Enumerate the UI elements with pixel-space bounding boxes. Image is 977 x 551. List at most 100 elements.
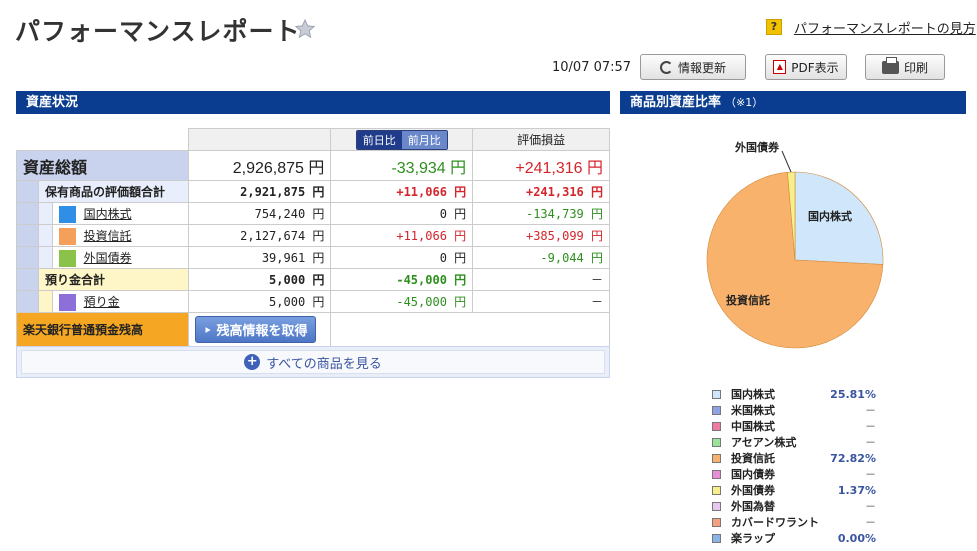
legend-name: 国内株式 <box>731 388 775 401</box>
deposit-row: 預り金合計 5,000 円 -45,000 円 － <box>16 268 610 291</box>
table-row: 預り金 5,000 円 -45,000 円 － <box>16 290 610 313</box>
update-timestamp: 10/07 07:57 <box>552 60 632 75</box>
deposit-pl: － <box>472 268 610 291</box>
asset-section-header: 資産状況 <box>16 91 610 114</box>
refresh-label: 情報更新 <box>677 60 726 75</box>
legend-item: 外国債券 1.37% <box>712 482 876 498</box>
legend-value: 0.00% <box>837 531 876 545</box>
legend-swatch <box>712 421 721 431</box>
refresh-button[interactable]: 情報更新 <box>640 54 746 80</box>
legend-value: － <box>865 404 876 417</box>
foreign-bond-amount: 39,961 円 <box>187 246 332 269</box>
tab-day-change[interactable]: 前日比 <box>356 130 402 149</box>
legend-value: 25.81% <box>830 387 876 401</box>
deposit-item-pl: － <box>472 290 610 313</box>
legend-value: － <box>865 500 876 513</box>
fetch-balance-label: 残高情報を取得 <box>216 324 308 339</box>
legend-swatch <box>712 469 721 479</box>
pie-label-fund: 投資信託 <box>726 294 770 307</box>
holdings-change: +11,066 円 <box>330 180 474 203</box>
legend-swatch <box>712 501 721 511</box>
refresh-icon <box>659 60 673 74</box>
col-valuation: 評価損益 <box>472 128 610 151</box>
legend-swatch <box>712 405 721 415</box>
legend-value: 72.82% <box>830 451 876 465</box>
legend-item: 米国株式 － <box>712 402 876 418</box>
holdings-label: 保有商品の評価額合計 <box>38 180 188 203</box>
foreign-bond-link[interactable]: 外国債券 <box>84 251 132 265</box>
foreign-bond-pl: -9,044 円 <box>472 246 610 269</box>
legend-name: カバードワラント <box>731 516 819 529</box>
legend-name: 米国株式 <box>731 404 775 417</box>
domestic-stock-link[interactable]: 国内株式 <box>84 207 132 221</box>
see-all-products-button[interactable]: + すべての商品を見る <box>16 346 610 378</box>
legend-swatch <box>712 453 721 463</box>
legend-swatch <box>712 533 721 543</box>
bank-label: 楽天銀行普通預金残高 <box>16 312 189 347</box>
star-icon[interactable] <box>294 18 316 40</box>
pie-label-foreign-bond: 外国債券 <box>735 141 779 154</box>
legend-item: 楽ラップ 0.00% <box>712 530 876 546</box>
tab-month-change[interactable]: 前月比 <box>401 130 447 149</box>
fund-swatch <box>58 227 76 245</box>
deposit-link[interactable]: 預り金 <box>84 295 120 309</box>
legend-name: 投資信託 <box>731 452 775 465</box>
foreign-bond-change: 0 円 <box>330 246 474 269</box>
pdf-label: PDF表示 <box>791 60 839 75</box>
legend-value: － <box>865 436 876 449</box>
foreign-bond-swatch <box>58 249 76 267</box>
legend-value: － <box>865 468 876 481</box>
legend-swatch <box>712 517 721 527</box>
pdf-button[interactable]: ▲ PDF表示 <box>765 54 847 80</box>
asset-table: 前日比 前月比 評価損益 資産総額 2,926,875 円 -33,934 円 … <box>16 128 610 347</box>
legend-name: 楽ラップ <box>731 532 775 545</box>
legend-item: 外国為替 － <box>712 498 876 514</box>
legend-value: － <box>865 420 876 433</box>
legend-item: 国内株式 25.81% <box>712 386 876 402</box>
fund-change: +11,066 円 <box>330 224 474 247</box>
ratio-section-header: 商品別資産比率 （※1） <box>620 91 966 114</box>
deposit-change: -45,000 円 <box>330 268 474 291</box>
holdings-amount: 2,921,875 円 <box>187 180 332 203</box>
deposit-item-change: -45,000 円 <box>330 290 474 313</box>
legend-value: 1.37% <box>837 483 876 497</box>
fund-amount: 2,127,674 円 <box>187 224 332 247</box>
legend-name: 外国為替 <box>731 500 775 513</box>
domestic-stock-pl: -134,739 円 <box>472 202 610 225</box>
legend-item: カバードワラント － <box>712 514 876 530</box>
fund-pl: +385,099 円 <box>472 224 610 247</box>
print-icon <box>881 56 899 74</box>
see-all-label: すべての商品を見る <box>266 356 382 372</box>
holdings-row: 保有商品の評価額合計 2,921,875 円 +11,066 円 +241,31… <box>16 180 610 203</box>
legend-name: 国内債券 <box>731 468 775 481</box>
table-row: 投資信託 2,127,674 円 +11,066 円 +385,099 円 <box>16 224 610 247</box>
legend-item: アセアン株式 － <box>712 434 876 450</box>
legend-swatch <box>712 389 721 399</box>
table-row: 国内株式 754,240 円 0 円 -134,739 円 <box>16 202 610 225</box>
period-tabs: 前日比 前月比 <box>330 128 474 151</box>
page-title: パフォーマンスレポート <box>15 17 301 46</box>
print-button[interactable]: 印刷 <box>865 54 945 80</box>
pie-leader-line <box>781 150 792 173</box>
help-link[interactable]: パフォーマンスレポートの見方 <box>794 18 976 37</box>
pie-legend: 国内株式 25.81% 米国株式 － 中国株式 － アセアン株式 － 投資信託 72.82% 国内債… <box>712 386 876 546</box>
domestic-stock-amount: 754,240 円 <box>187 202 332 225</box>
pdf-icon: ▲ <box>773 60 787 74</box>
total-pl: +241,316 円 <box>472 150 610 181</box>
total-amount: 2,926,875 円 <box>187 150 332 181</box>
domestic-stock-change: 0 円 <box>330 202 474 225</box>
ratio-title: 商品別資産比率 <box>630 95 722 110</box>
fetch-balance-button[interactable]: ‣ 残高情報を取得 <box>194 316 317 343</box>
deposit-label: 預り金合計 <box>37 268 189 291</box>
legend-name: アセアン株式 <box>731 436 797 449</box>
legend-name: 中国株式 <box>731 420 775 433</box>
total-label: 資産総額 <box>16 150 189 181</box>
domestic-stock-swatch <box>58 205 76 223</box>
holdings-pl: +241,316 円 <box>472 180 610 203</box>
total-change: -33,934 円 <box>330 150 474 181</box>
help-icon: ? <box>766 19 782 35</box>
pie-label-domestic-stock: 国内株式 <box>808 210 852 223</box>
fund-link[interactable]: 投資信託 <box>84 229 132 243</box>
deposit-swatch <box>58 293 76 311</box>
asset-ratio-pie-chart <box>706 171 884 349</box>
